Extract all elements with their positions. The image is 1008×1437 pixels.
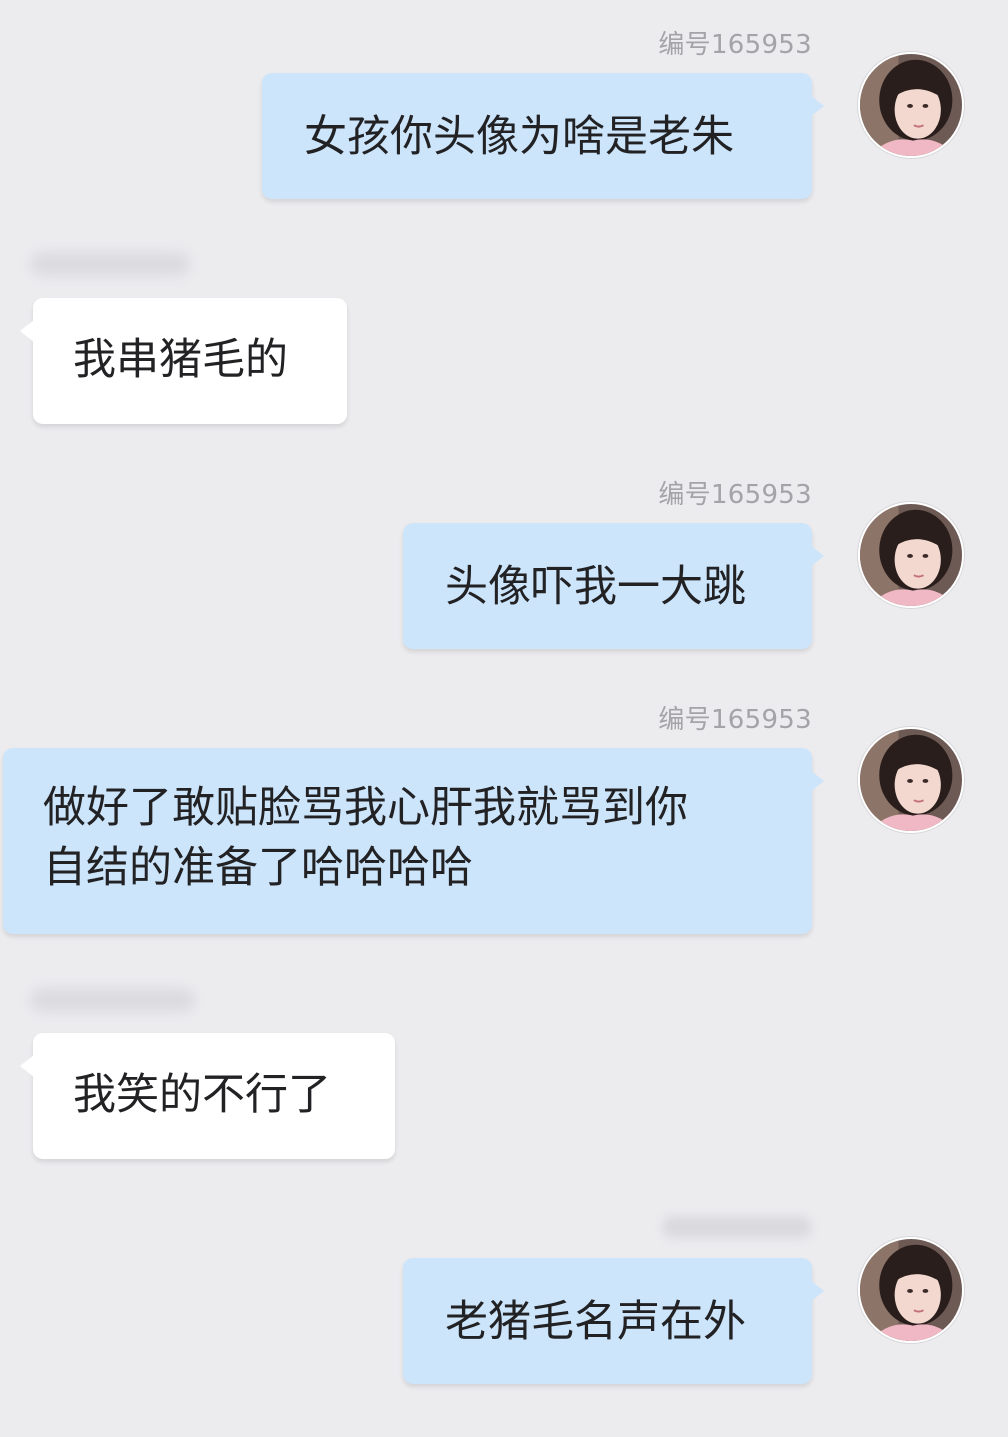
bubble-tail xyxy=(810,95,824,117)
bubble-tail xyxy=(20,1055,34,1077)
message-bubble[interactable]: 女孩你头像为啥是老朱 xyxy=(262,73,824,199)
user-avatar-icon[interactable] xyxy=(858,502,964,608)
bubble-tail xyxy=(810,770,824,792)
message-bubble[interactable]: 老猪毛名声在外 xyxy=(403,1258,824,1384)
chat-conversation: 编号165953 女孩你头像为啥是老朱 我串猪毛的 编号165953 头像吓我一… xyxy=(0,0,1008,1437)
avatar-portrait-icon xyxy=(860,729,962,831)
message-text: 老猪毛名声在外 xyxy=(445,1297,746,1347)
user-avatar-icon[interactable] xyxy=(858,1237,964,1343)
sender-label: 编号165953 xyxy=(658,480,812,510)
blurred-sender-name xyxy=(662,1216,812,1238)
message-text-line: 做好了敢贴脸骂我心肝我就骂到你 xyxy=(43,783,688,833)
message-text-line: 自结的准备了哈哈哈哈 xyxy=(43,843,473,893)
message-bubble[interactable]: 我笑的不行了 xyxy=(20,1033,395,1159)
avatar-portrait-icon xyxy=(860,54,962,156)
sender-label: 编号165953 xyxy=(658,30,812,60)
message-bubble[interactable]: 我串猪毛的 xyxy=(20,298,347,424)
user-avatar-icon[interactable] xyxy=(858,727,964,833)
bubble-tail xyxy=(810,1280,824,1302)
blurred-sender-name xyxy=(30,252,190,276)
bubble-tail xyxy=(810,545,824,567)
message-text: 头像吓我一大跳 xyxy=(445,562,746,612)
avatar-portrait-icon xyxy=(860,504,962,606)
blurred-sender-name xyxy=(30,988,195,1012)
message-bubble[interactable]: 头像吓我一大跳 xyxy=(403,523,824,649)
message-text: 女孩你头像为啥是老朱 xyxy=(304,112,734,162)
bubble-tail xyxy=(20,320,34,342)
avatar-portrait-icon xyxy=(860,1239,962,1341)
message-bubble[interactable]: 做好了敢贴脸骂我心肝我就骂到你 自结的准备了哈哈哈哈 xyxy=(3,748,824,934)
message-text: 我串猪毛的 xyxy=(73,335,288,385)
message-text: 我笑的不行了 xyxy=(73,1070,331,1120)
user-avatar-icon[interactable] xyxy=(858,52,964,158)
sender-label: 编号165953 xyxy=(658,705,812,735)
